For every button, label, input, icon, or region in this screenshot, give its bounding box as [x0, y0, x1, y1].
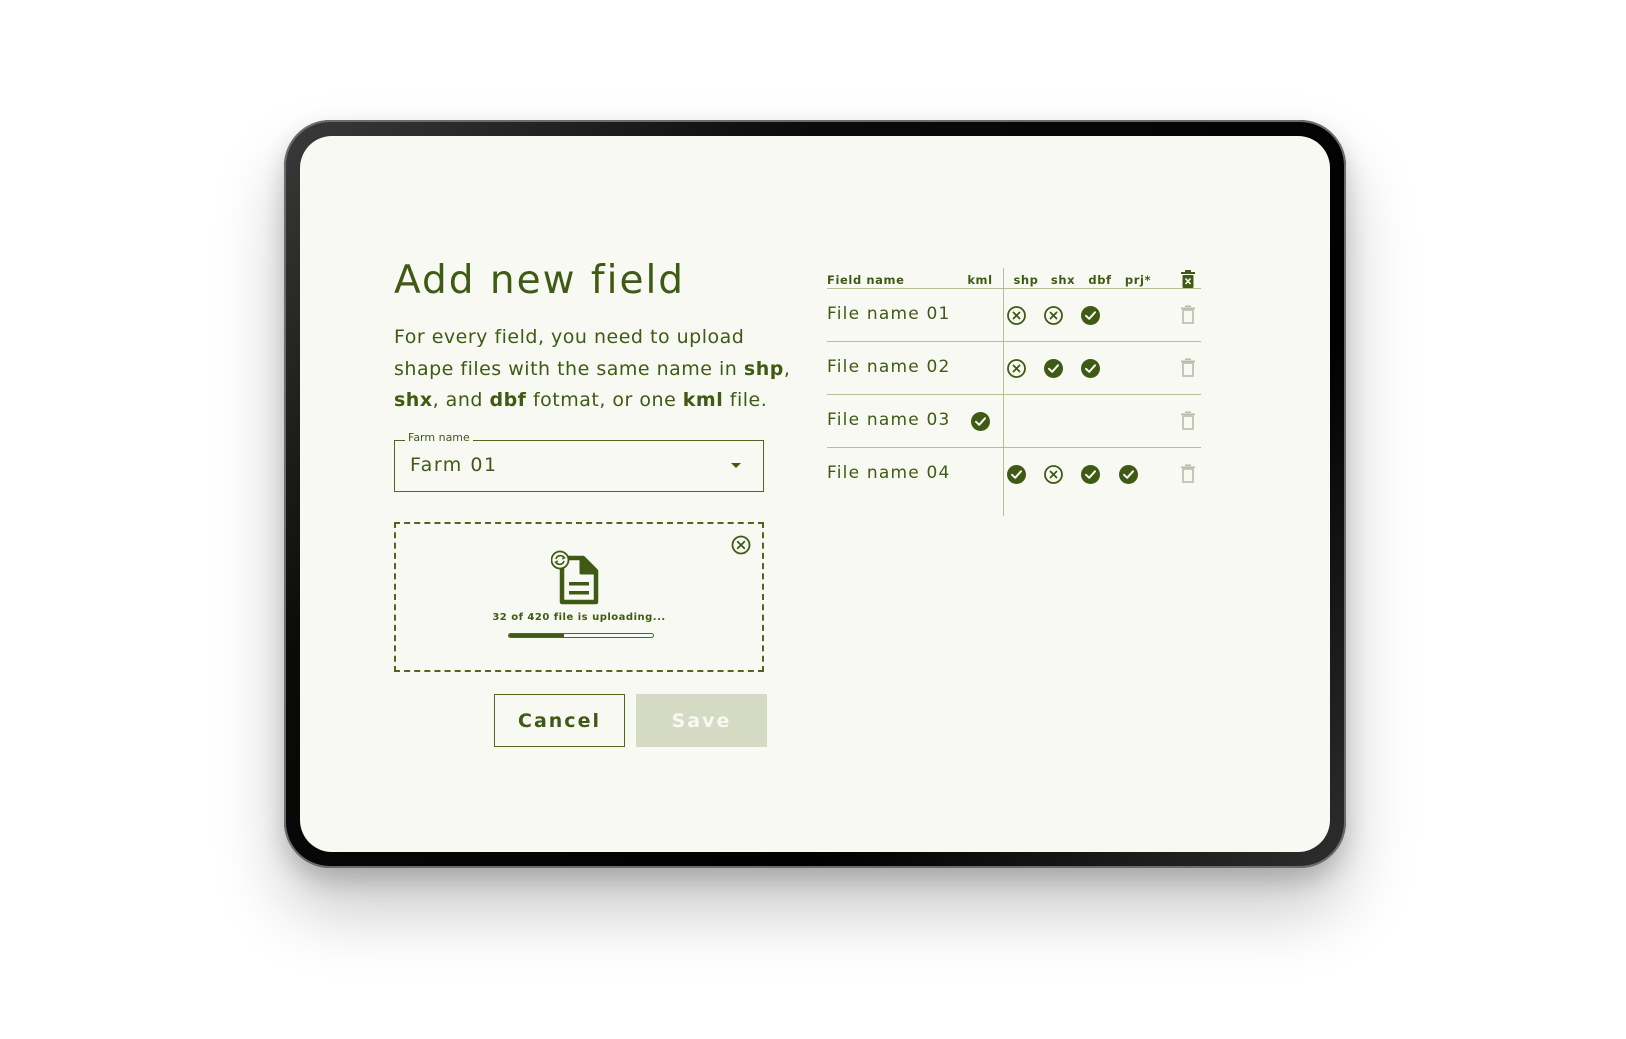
trash-icon[interactable]: [1180, 411, 1196, 430]
upload-progress-bar: [508, 633, 654, 638]
file-name-label: File name 03: [827, 410, 951, 430]
col-header-field-name: Field name: [827, 273, 905, 287]
x-circle-icon: [1044, 306, 1063, 325]
upload-progress-fill: [509, 634, 564, 637]
app-screen: Add new field For every field, you need …: [300, 136, 1330, 852]
save-button[interactable]: Save: [636, 694, 767, 747]
trash-icon[interactable]: [1180, 464, 1196, 483]
check-circle-icon: [971, 412, 990, 431]
farm-name-label: Farm name: [405, 431, 473, 444]
desc-text-3: , and: [432, 389, 490, 411]
col-header-shx: shx: [1050, 273, 1076, 287]
check-circle-icon: [1081, 465, 1100, 484]
desc-format-shp: shp: [743, 357, 784, 380]
farm-name-value: Farm 01: [410, 454, 498, 476]
chevron-down-icon: [731, 463, 741, 468]
tablet-frame: Add new field For every field, you need …: [284, 120, 1346, 868]
file-name-label: File name 04: [827, 463, 951, 483]
table-row: File name 03: [827, 394, 1201, 448]
desc-text-1: For every field, you need to upload shap…: [394, 326, 745, 380]
desc-text-4: fotmat, or one: [526, 389, 683, 411]
desc-format-kml: kml: [682, 389, 724, 411]
x-circle-icon: [1007, 359, 1026, 378]
upload-dropzone[interactable]: 32 of 420 file is uploading...: [394, 522, 764, 672]
document-sync-icon: [551, 550, 599, 605]
page-title: Add new field: [394, 258, 686, 303]
trash-icon[interactable]: [1180, 358, 1196, 377]
table-row: File name 04: [827, 447, 1201, 501]
file-name-label: File name 01: [827, 304, 951, 324]
check-circle-icon: [1007, 465, 1026, 484]
x-circle-icon: [1007, 306, 1026, 325]
desc-text-5: file.: [723, 389, 768, 411]
col-header-shp: shp: [1013, 273, 1039, 287]
check-circle-icon: [1119, 465, 1138, 484]
desc-format-shx: shx: [394, 389, 433, 411]
table-row: File name 01: [827, 288, 1201, 342]
col-header-dbf: dbf: [1088, 273, 1112, 287]
x-circle-icon: [1044, 465, 1063, 484]
check-circle-icon: [1044, 359, 1063, 378]
check-circle-icon: [1081, 306, 1100, 325]
desc-text-2: ,: [783, 357, 791, 380]
check-circle-icon: [1081, 359, 1100, 378]
upload-status-text: 32 of 420 file is uploading...: [492, 612, 666, 623]
trash-icon[interactable]: [1180, 305, 1196, 324]
col-header-kml: kml: [967, 273, 993, 287]
desc-format-dbf: dbf: [489, 389, 527, 411]
file-name-label: File name 02: [827, 357, 951, 377]
farm-name-select[interactable]: Farm name Farm 01: [394, 431, 764, 492]
close-circle-icon[interactable]: [730, 534, 752, 556]
page-description: For every field, you need to upload shap…: [394, 322, 794, 417]
trash-x-icon[interactable]: [1180, 270, 1196, 288]
col-header-prj: prj*: [1124, 273, 1152, 287]
table-row: File name 02: [827, 341, 1201, 395]
cancel-button[interactable]: Cancel: [494, 694, 625, 747]
